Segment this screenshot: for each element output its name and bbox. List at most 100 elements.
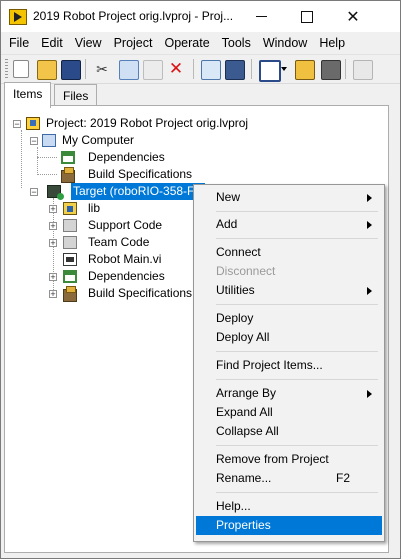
collapse-icon[interactable]: −: [13, 120, 21, 129]
menu-item-deploy-all[interactable]: Deploy All: [196, 328, 382, 347]
maximize-button[interactable]: [284, 1, 330, 32]
menu-operate[interactable]: Operate: [158, 32, 215, 54]
close-icon: ✕: [346, 8, 360, 26]
toolbar: ✂ ✕: [1, 54, 400, 84]
add-files-icon[interactable]: [201, 60, 221, 80]
tree-item-label: My Computer: [62, 133, 135, 147]
tree-item-dependencies[interactable]: Dependencies: [5, 149, 305, 166]
menu-item-remove-from-project[interactable]: Remove from Project: [196, 450, 382, 469]
dropdown-arrow-icon[interactable]: [280, 60, 288, 78]
menu-edit[interactable]: Edit: [35, 32, 69, 54]
build-icon[interactable]: [259, 60, 281, 82]
tree-item-label: Project: 2019 Robot Project orig.lvproj: [46, 116, 249, 130]
folder-icon: [63, 236, 77, 249]
tree-item-label: Build Specifications: [88, 286, 193, 300]
menu-project[interactable]: Project: [108, 32, 159, 54]
maximize-icon: [301, 10, 313, 23]
tree-item-support-code[interactable]: + Support Code: [5, 217, 195, 234]
context-menu: New Add Connect Disconnect Utilities Dep…: [193, 184, 385, 542]
menu-item-help[interactable]: Help...: [196, 497, 382, 516]
menu-separator: [216, 238, 378, 239]
expand-icon[interactable]: +: [49, 273, 57, 282]
menu-view[interactable]: View: [69, 32, 108, 54]
tree-item-label: Target (roboRIO-358-FR: [71, 183, 206, 200]
computer-icon: [42, 134, 56, 147]
menu-help[interactable]: Help: [313, 32, 351, 54]
toolbar-grip[interactable]: [5, 59, 8, 79]
tab-files[interactable]: Files: [54, 84, 98, 107]
minimize-button[interactable]: [238, 1, 284, 32]
save-icon[interactable]: [225, 60, 245, 80]
library-icon: [63, 202, 77, 215]
menu-item-properties[interactable]: Properties: [196, 516, 382, 535]
tree-item-build-specifications[interactable]: Build Specifications: [5, 166, 305, 183]
menu-item-expand-all[interactable]: Expand All: [196, 403, 382, 422]
menu-item-rename[interactable]: Rename... F2: [196, 469, 382, 488]
toolbar-separator: [251, 59, 252, 79]
dependencies-icon: [63, 270, 77, 283]
build-specifications-icon: [63, 286, 77, 302]
tree-item-target-dependencies[interactable]: + Dependencies: [5, 268, 195, 285]
submenu-arrow-icon: [367, 390, 372, 398]
menu-file[interactable]: File: [1, 32, 35, 54]
roborio-target-icon: [47, 185, 64, 200]
title-bar[interactable]: 2019 Robot Project orig.lvproj - Proj...…: [1, 1, 400, 32]
new-icon[interactable]: [13, 60, 29, 78]
save-all-icon[interactable]: [61, 60, 81, 80]
collapse-icon[interactable]: −: [30, 188, 38, 197]
toolbar-separator: [345, 59, 346, 79]
tab-items[interactable]: Items: [4, 82, 52, 108]
menu-window[interactable]: Window: [257, 32, 313, 54]
submenu-arrow-icon: [367, 194, 372, 202]
menu-item-add[interactable]: Add: [196, 215, 382, 234]
menu-tools[interactable]: Tools: [216, 32, 257, 54]
menu-item-new[interactable]: New: [196, 188, 382, 207]
tree-item-robot-main-vi[interactable]: Robot Main.vi: [5, 251, 195, 268]
menu-separator: [216, 445, 378, 446]
build-specifications-icon: [61, 167, 75, 183]
cut-icon[interactable]: ✂: [93, 60, 111, 78]
vi-icon: [63, 253, 77, 266]
toolbar-separator: [85, 59, 86, 79]
menu-item-deploy[interactable]: Deploy: [196, 309, 382, 328]
expand-icon[interactable]: +: [49, 290, 57, 299]
close-button[interactable]: ✕: [330, 1, 376, 32]
menu-item-collapse-all[interactable]: Collapse All: [196, 422, 382, 441]
expand-icon[interactable]: +: [49, 205, 57, 214]
collapse-icon[interactable]: −: [30, 137, 38, 146]
copy-icon[interactable]: [119, 60, 139, 80]
menu-separator: [216, 211, 378, 212]
filter-icon[interactable]: [353, 60, 373, 80]
submenu-arrow-icon: [367, 221, 372, 229]
open-icon[interactable]: [37, 60, 57, 80]
menu-item-arrange-by[interactable]: Arrange By: [196, 384, 382, 403]
minimize-icon: [255, 16, 267, 17]
tree-item-project[interactable]: − Project: 2019 Robot Project orig.lvpro…: [5, 115, 305, 132]
menu-separator: [216, 379, 378, 380]
project-icon: [26, 117, 40, 130]
paste-icon[interactable]: [143, 60, 163, 80]
tree-item-team-code[interactable]: + Team Code: [5, 234, 195, 251]
tree-item-label: Robot Main.vi: [88, 252, 162, 266]
dependencies-icon: [61, 151, 75, 164]
expand-icon[interactable]: +: [49, 239, 57, 248]
menu-item-utilities[interactable]: Utilities: [196, 281, 382, 300]
pane-edge: [389, 105, 399, 551]
menu-item-find-project-items[interactable]: Find Project Items...: [196, 356, 382, 375]
tree-item-label: Dependencies: [88, 269, 165, 283]
tree-item-my-computer[interactable]: − My Computer: [5, 132, 305, 149]
toolbar-separator: [193, 59, 194, 79]
tree-item-target-build-specifications[interactable]: + Build Specifications: [5, 285, 195, 302]
tree-item-label: Team Code: [88, 235, 150, 249]
menu-item-connect[interactable]: Connect: [196, 243, 382, 262]
submenu-arrow-icon: [367, 287, 372, 295]
resolve-icon[interactable]: [321, 60, 341, 80]
expand-icon[interactable]: +: [49, 222, 57, 231]
wand-icon[interactable]: [295, 60, 315, 80]
labview-app-icon: [9, 9, 27, 25]
tree-item-lib[interactable]: + lib: [5, 200, 195, 217]
menu-separator: [216, 351, 378, 352]
delete-icon[interactable]: ✕: [167, 60, 185, 78]
tree-item-label: Build Specifications: [88, 167, 193, 181]
tree-item-label: Support Code: [88, 218, 163, 232]
